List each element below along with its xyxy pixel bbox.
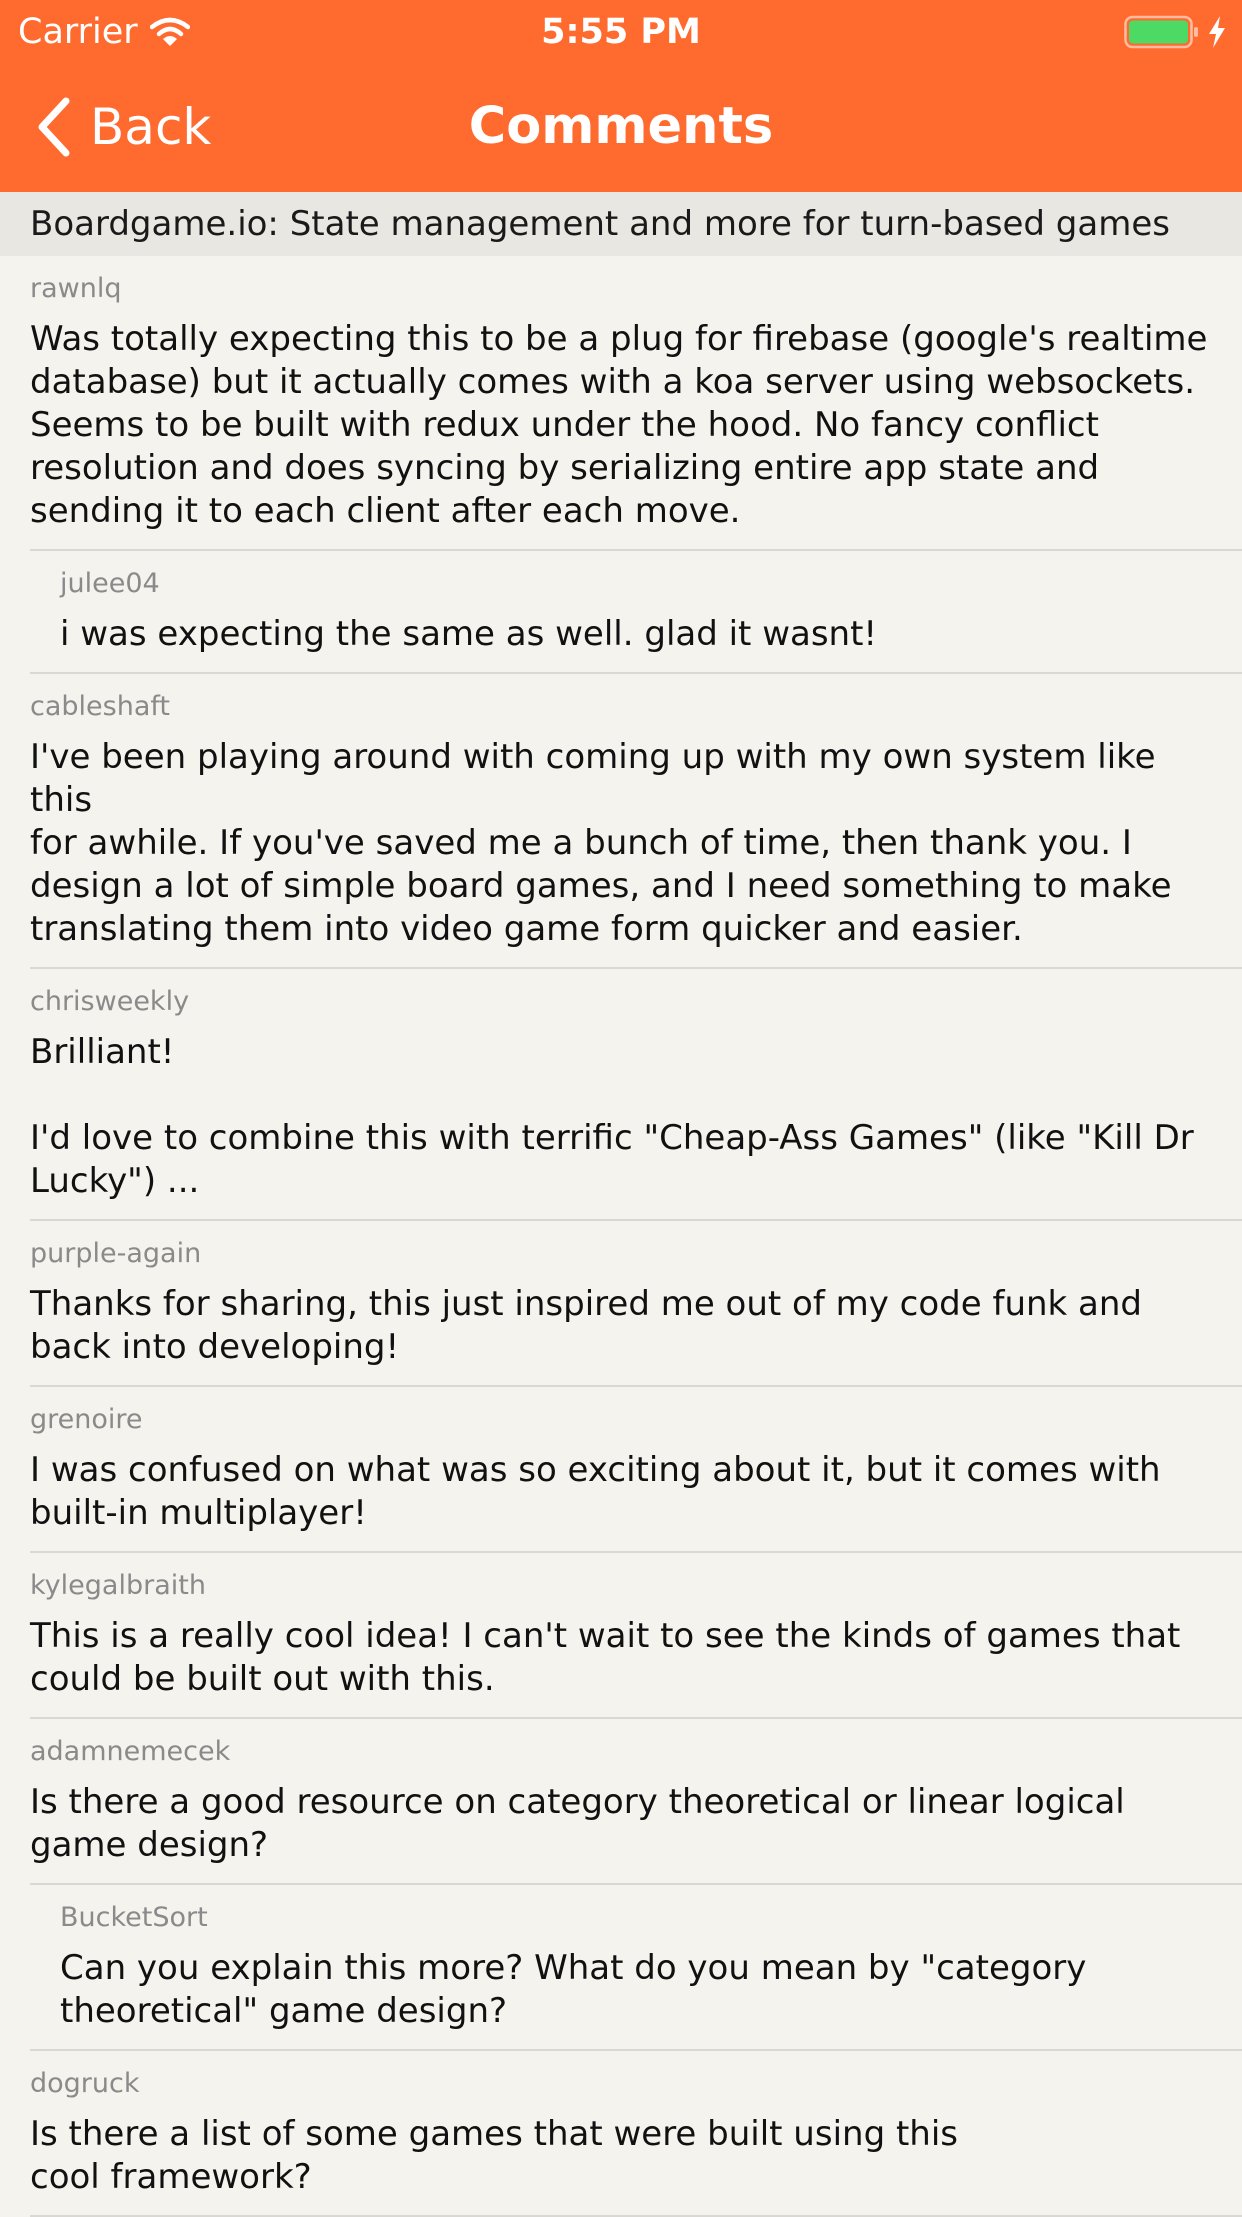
bolt-icon	[1209, 16, 1225, 48]
comment-item[interactable]: chrisweekly Brilliant! I'd love to combin…	[30, 969, 1242, 1221]
comment-author[interactable]: purple-again	[30, 1237, 1212, 1271]
comment-item[interactable]: adamnemecek Is there a good resource on c…	[30, 1719, 1242, 1885]
comment-author[interactable]: kylegalbraith	[30, 1569, 1212, 1603]
comment-text: Thanks for sharing, this just inspired m…	[30, 1284, 1143, 1367]
comment-item[interactable]: julee04 i was expecting the same as well.…	[30, 551, 1242, 674]
comment-text: i was expecting the same as well. glad i…	[60, 614, 878, 654]
top-bar: Carrier 5:55 PM Back Comments	[0, 0, 1242, 192]
comment-text: I've been playing around with coming up …	[30, 737, 1172, 949]
comment-item[interactable]: purple-again Thanks for sharing, this jus…	[30, 1221, 1242, 1387]
comment-item[interactable]: BucketSort Can you explain this more? Wha…	[30, 1885, 1242, 2051]
status-time: 5:55 PM	[541, 12, 701, 52]
comment-author[interactable]: adamnemecek	[30, 1735, 1212, 1769]
comment-item[interactable]: rawnlq Was totally expecting this to be a…	[30, 256, 1242, 551]
comment-item[interactable]: kylegalbraith This is a really cool idea!…	[30, 1553, 1242, 1719]
page-title: Comments	[468, 97, 774, 156]
comment-author[interactable]: rawnlq	[30, 272, 1212, 306]
comment-text: Brilliant! I'd love to combine this with…	[30, 1032, 1194, 1201]
comment-item[interactable]: cableshaft I've been playing around with …	[30, 674, 1242, 969]
comment-author[interactable]: grenoire	[30, 1403, 1212, 1437]
comment-author[interactable]: BucketSort	[60, 1901, 1212, 1935]
comment-author[interactable]: dogruck	[30, 2067, 1212, 2101]
comment-text: I was confused on what was so exciting a…	[30, 1450, 1161, 1533]
battery-group	[1124, 12, 1228, 52]
comment-author[interactable]: chrisweekly	[30, 985, 1212, 1019]
comment-text: Was totally expecting this to be a plug …	[30, 319, 1208, 531]
nav-bar: Back Comments	[0, 62, 1242, 192]
comment-item[interactable]: grenoire I was confused on what was so ex…	[30, 1387, 1242, 1553]
battery-icon	[1124, 15, 1198, 49]
status-bar: Carrier 5:55 PM	[0, 0, 1242, 60]
comment-text: Is there a good resource on category the…	[30, 1782, 1125, 1865]
comment-text: Can you explain this more? What do you m…	[60, 1948, 1087, 2031]
comment-text: This is a really cool idea! I can't wait…	[30, 1616, 1181, 1699]
comment-author[interactable]: julee04	[60, 567, 1212, 601]
comment-item[interactable]: dogruck Is there a list of some games tha…	[30, 2051, 1242, 2217]
story-title: Boardgame.io: State management and more …	[0, 192, 1242, 256]
comment-author[interactable]: cableshaft	[30, 690, 1212, 724]
comment-list: rawnlq Was totally expecting this to be a…	[0, 256, 1242, 2217]
comment-text: Is there a list of some games that were …	[30, 2114, 958, 2197]
